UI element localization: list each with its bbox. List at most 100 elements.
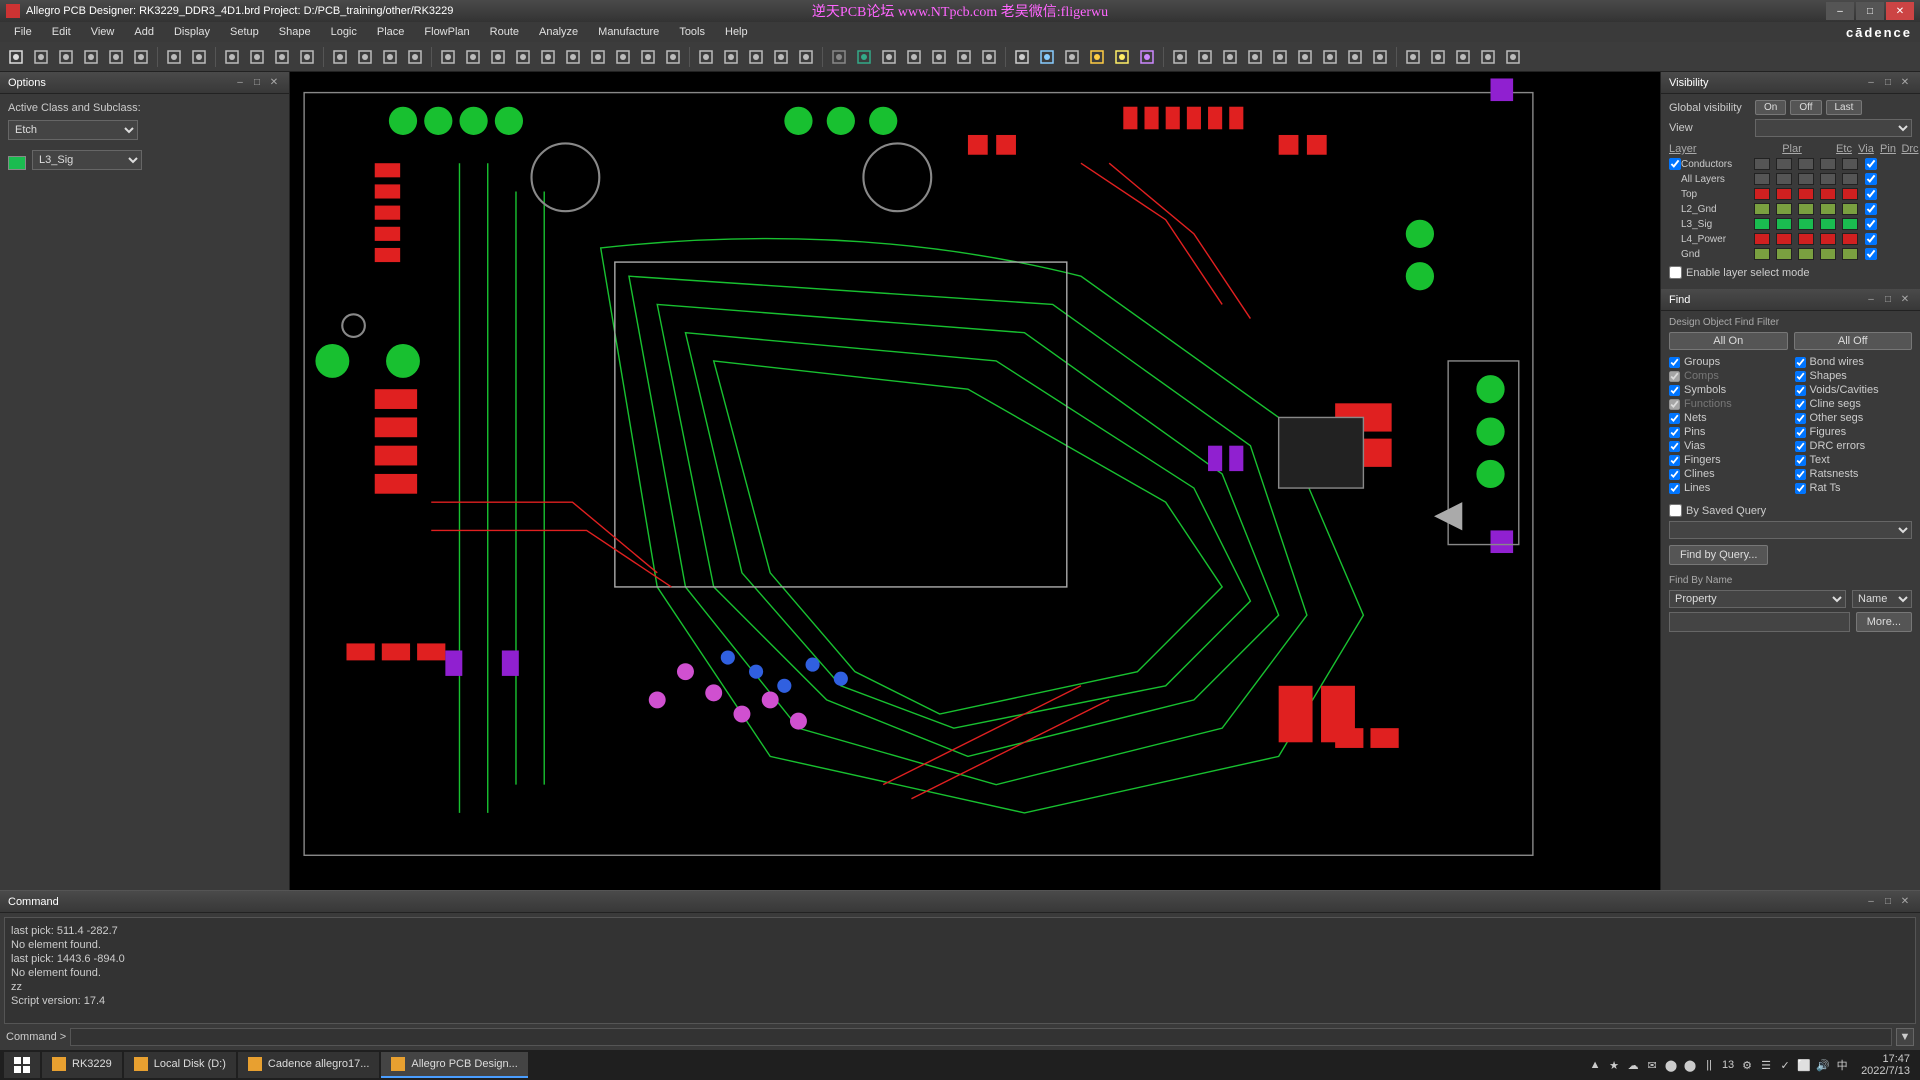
command-input[interactable] bbox=[70, 1028, 1892, 1046]
find-checkbox[interactable] bbox=[1669, 427, 1680, 438]
flash-button[interactable] bbox=[1060, 45, 1084, 69]
doc-button[interactable] bbox=[927, 45, 951, 69]
menu-file[interactable]: File bbox=[4, 24, 42, 40]
layer-swatch[interactable] bbox=[1820, 188, 1836, 200]
find-checkbox[interactable] bbox=[1669, 469, 1680, 480]
layer-header-label[interactable]: Layer bbox=[1669, 143, 1751, 155]
find-checkbox[interactable] bbox=[1795, 357, 1806, 368]
panel-minimize-icon[interactable]: – bbox=[233, 76, 247, 90]
global-last-button[interactable]: Last bbox=[1826, 100, 1863, 115]
menu-flowplan[interactable]: FlowPlan bbox=[414, 24, 479, 40]
panel-restore-icon[interactable]: □ bbox=[250, 76, 264, 90]
stack-button[interactable] bbox=[1368, 45, 1392, 69]
pcb-canvas[interactable] bbox=[290, 72, 1660, 890]
layer-swatch[interactable] bbox=[1754, 158, 1770, 170]
layer-all-cb[interactable] bbox=[1865, 203, 1877, 215]
text-button[interactable] bbox=[270, 45, 294, 69]
class-select[interactable]: Etch bbox=[8, 120, 138, 140]
find-clines[interactable]: Clines bbox=[1669, 468, 1787, 480]
find-checkbox[interactable] bbox=[1795, 469, 1806, 480]
layer-swatch[interactable] bbox=[1798, 173, 1814, 185]
find-checkbox[interactable] bbox=[1795, 399, 1806, 410]
layer-swatch[interactable] bbox=[1798, 233, 1814, 245]
menu-analyze[interactable]: Analyze bbox=[529, 24, 588, 40]
grid-button[interactable] bbox=[827, 45, 851, 69]
layer-all-cb[interactable] bbox=[1865, 188, 1877, 200]
array-button[interactable] bbox=[403, 45, 427, 69]
find-checkbox[interactable] bbox=[1795, 455, 1806, 466]
bus-button[interactable] bbox=[636, 45, 660, 69]
layer-swatch[interactable] bbox=[1776, 218, 1792, 230]
menu-display[interactable]: Display bbox=[164, 24, 220, 40]
layer-all-cb[interactable] bbox=[1865, 158, 1877, 170]
find-checkbox[interactable] bbox=[1669, 385, 1680, 396]
panel-restore-icon[interactable]: □ bbox=[1881, 76, 1895, 90]
menu-manufacture[interactable]: Manufacture bbox=[588, 24, 669, 40]
tray-icon[interactable]: ☁ bbox=[1626, 1058, 1640, 1072]
menu-shape[interactable]: Shape bbox=[269, 24, 321, 40]
find-checkbox[interactable] bbox=[1669, 441, 1680, 452]
panel-minimize-icon[interactable]: – bbox=[1864, 895, 1878, 909]
layer-swatch[interactable] bbox=[1776, 173, 1792, 185]
task-cadenceallegro[interactable]: Cadence allegro17... bbox=[238, 1052, 380, 1078]
find-ratsnests[interactable]: Ratsnests bbox=[1795, 468, 1913, 480]
task-rk[interactable]: RK3229 bbox=[42, 1052, 122, 1078]
redo-button[interactable] bbox=[129, 45, 153, 69]
find-text[interactable]: Text bbox=[1795, 454, 1913, 466]
layer-all-cb[interactable] bbox=[1865, 233, 1877, 245]
layer-swatch[interactable] bbox=[1820, 173, 1836, 185]
paste-button[interactable] bbox=[54, 45, 78, 69]
eye-button[interactable] bbox=[1010, 45, 1034, 69]
find-checkbox[interactable] bbox=[1795, 413, 1806, 424]
copy-shape-button[interactable] bbox=[1293, 45, 1317, 69]
find-name-input[interactable] bbox=[1669, 612, 1850, 632]
layer-swatch[interactable] bbox=[1798, 218, 1814, 230]
shape-button[interactable] bbox=[1193, 45, 1217, 69]
property-select[interactable]: Property bbox=[1669, 590, 1846, 608]
route-button[interactable] bbox=[486, 45, 510, 69]
layer-swatch[interactable] bbox=[1754, 203, 1770, 215]
layer-swatch[interactable] bbox=[1842, 218, 1858, 230]
layer-swatch[interactable] bbox=[1754, 248, 1770, 260]
close-button[interactable]: ✕ bbox=[1886, 2, 1914, 20]
layer-swatch[interactable] bbox=[1842, 203, 1858, 215]
find-othersegs[interactable]: Other segs bbox=[1795, 412, 1913, 424]
menu-view[interactable]: View bbox=[81, 24, 125, 40]
wave1-button[interactable] bbox=[1401, 45, 1425, 69]
find-figures[interactable]: Figures bbox=[1795, 426, 1913, 438]
task-allegropcbdesign[interactable]: Allegro PCB Design... bbox=[381, 1052, 527, 1078]
subclass-select[interactable]: L3_Sig bbox=[32, 150, 142, 170]
find-pins[interactable]: Pins bbox=[1669, 426, 1787, 438]
layer-swatch[interactable] bbox=[1776, 233, 1792, 245]
zoom-window-button[interactable] bbox=[769, 45, 793, 69]
panel-close-icon[interactable]: ✕ bbox=[1898, 895, 1912, 909]
find-voidscavities[interactable]: Voids/Cavities bbox=[1795, 384, 1913, 396]
find-fingers[interactable]: Fingers bbox=[1669, 454, 1787, 466]
world-button[interactable] bbox=[852, 45, 876, 69]
layer-swatch[interactable] bbox=[1754, 233, 1770, 245]
place-button[interactable] bbox=[353, 45, 377, 69]
layer-swatch[interactable] bbox=[1776, 203, 1792, 215]
start-button[interactable] bbox=[4, 1052, 40, 1078]
global-off-button[interactable]: Off bbox=[1790, 100, 1821, 115]
zoom-fit-button[interactable] bbox=[744, 45, 768, 69]
rect-button[interactable] bbox=[245, 45, 269, 69]
find-checkbox[interactable] bbox=[1795, 371, 1806, 382]
layer-swatch[interactable] bbox=[1842, 233, 1858, 245]
minimize-button[interactable]: – bbox=[1826, 2, 1854, 20]
tray-icon[interactable]: 🔊 bbox=[1816, 1058, 1830, 1072]
layer-all-cb[interactable] bbox=[1865, 248, 1877, 260]
wave5-button[interactable] bbox=[1501, 45, 1525, 69]
menu-route[interactable]: Route bbox=[480, 24, 529, 40]
layer-cb[interactable] bbox=[1669, 158, 1681, 170]
find-checkbox[interactable] bbox=[1669, 413, 1680, 424]
new-button[interactable] bbox=[29, 45, 53, 69]
tray-icon[interactable]: ▲ bbox=[1588, 1058, 1602, 1072]
fanout-button[interactable] bbox=[586, 45, 610, 69]
menu-setup[interactable]: Setup bbox=[220, 24, 269, 40]
layer-all-cb[interactable] bbox=[1865, 218, 1877, 230]
hilite-button[interactable] bbox=[162, 45, 186, 69]
grid-dots-button[interactable] bbox=[378, 45, 402, 69]
circle-button[interactable] bbox=[1218, 45, 1242, 69]
crosshair-button[interactable] bbox=[977, 45, 1001, 69]
